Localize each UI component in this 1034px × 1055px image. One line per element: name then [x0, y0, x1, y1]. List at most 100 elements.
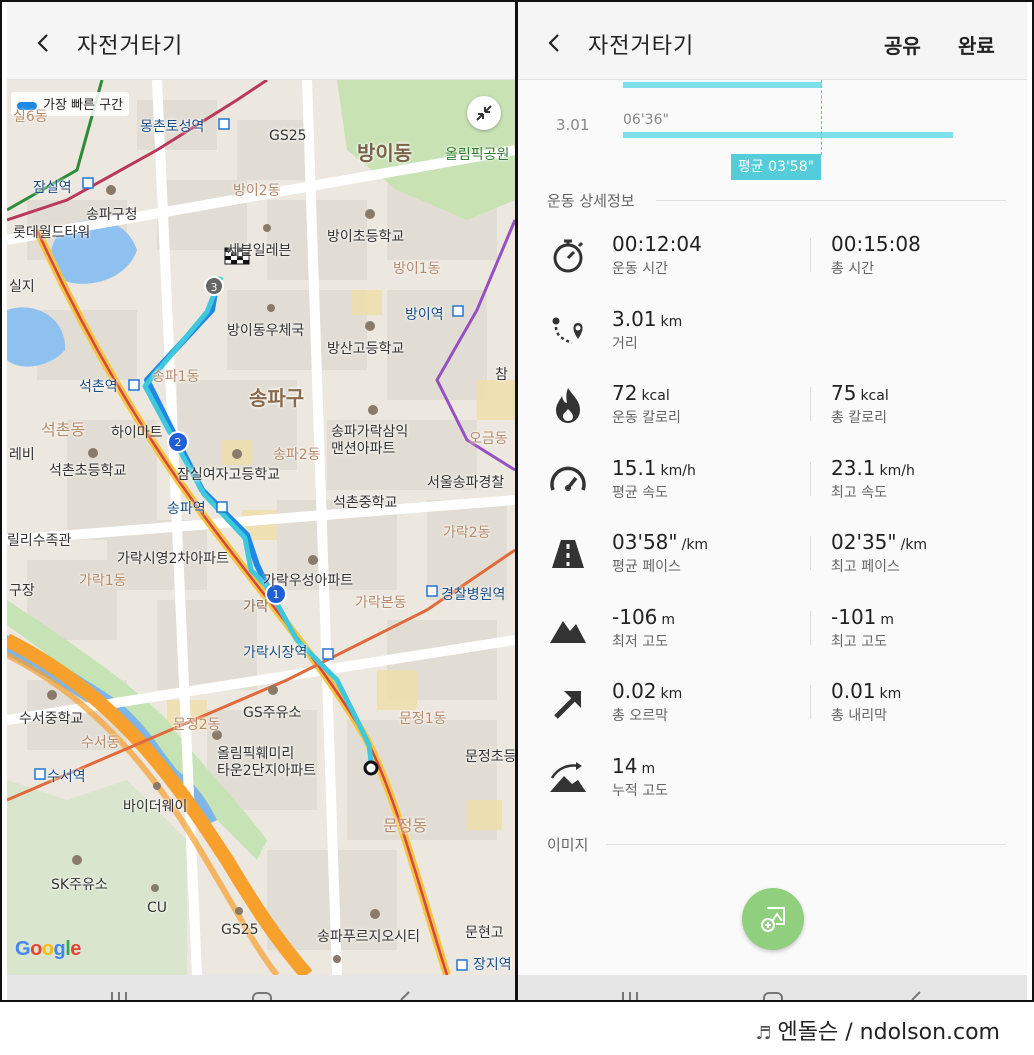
- route-icon: [548, 311, 588, 351]
- workout-detail-content: 3.01 06'36" 평균 03'58" 운동 상세정보 00:12:04 운동…: [518, 80, 1027, 975]
- map-label: 구장: [9, 583, 35, 599]
- metric-unit: /km: [900, 537, 928, 553]
- map-label: 송파2동: [273, 447, 321, 463]
- metric: 02'35"/km 최고 페이스: [831, 530, 927, 576]
- map-label: 바이더웨이: [123, 799, 188, 815]
- map-label: 가락: [243, 599, 269, 615]
- map-base: [7, 80, 515, 975]
- page-title: 자전거타기: [77, 34, 184, 59]
- arrow-up-right-icon: [548, 683, 588, 723]
- map-label: 석촌역: [79, 379, 118, 395]
- map-label: 방이동: [357, 141, 413, 165]
- metric-value: 03'58": [612, 530, 678, 554]
- home-icon[interactable]: [762, 989, 784, 1000]
- metric-label: 운동 시간: [612, 261, 668, 277]
- metric-label: 운동 칼로리: [612, 410, 681, 426]
- map-label: 롯데월드타워: [13, 225, 91, 241]
- metric-label: 총 시간: [831, 261, 875, 277]
- system-nav-bar: [7, 975, 515, 1000]
- metric-separator: [810, 461, 811, 496]
- metric-label: 총 칼로리: [831, 410, 887, 426]
- system-nav-bar: [518, 975, 1027, 1000]
- metric-unit: m: [661, 611, 676, 628]
- pace-segment-label: 3.01: [556, 116, 590, 134]
- map-label: 가락시영2차아파트: [117, 551, 229, 567]
- map-label: 가락본동: [355, 595, 407, 611]
- route-marker-2[interactable]: 2: [167, 431, 189, 453]
- route-marker-3[interactable]: 3: [204, 276, 224, 296]
- flame-icon: [548, 385, 588, 425]
- share-button[interactable]: 공유: [884, 30, 921, 59]
- map-label: 방산고등학교: [327, 341, 405, 357]
- metric-value: 00:15:08: [831, 232, 921, 256]
- legend-label: 가장 빠른 구간: [43, 98, 124, 113]
- metric-value: 75: [831, 381, 857, 405]
- back-nav-icon[interactable]: [908, 989, 924, 1000]
- speedometer-icon: [548, 460, 588, 500]
- map-label: 하이마트: [111, 425, 163, 441]
- back-button[interactable]: [544, 32, 566, 54]
- map-label: 실6동: [13, 109, 48, 125]
- route-map[interactable]: 3 2 1 가장 빠른 구간 실6동 몽촌토성역 GS25 방이동 올림픽공원 …: [7, 80, 515, 975]
- add-photo-icon: [761, 907, 785, 932]
- map-label: 가락우성아파트: [263, 573, 354, 589]
- map-label: GS주유소: [243, 705, 302, 721]
- map-label: 잠실역: [33, 180, 72, 196]
- app-bar: 자전거타기 공유 완료: [518, 2, 1027, 80]
- metric-row: -106 m 최저 고도 -101 m 최고 고도: [518, 601, 1027, 661]
- back-nav-icon[interactable]: [397, 989, 413, 1000]
- elevation-icon: [548, 758, 588, 798]
- metric-value: -101: [831, 604, 877, 629]
- section-divider: [606, 844, 1006, 845]
- map-label: 방이역: [405, 307, 444, 323]
- metric-value: 14: [612, 753, 638, 778]
- metric-label: 평균 속도: [612, 484, 668, 501]
- metric-unit: kcal: [860, 388, 889, 404]
- metric-row: 72 kcal 운동 칼로리 75 kcal 총 칼로리: [518, 377, 1027, 437]
- map-label: 문정2동: [173, 717, 221, 733]
- metric: -101 m 최고 고도: [831, 605, 894, 651]
- add-image-button[interactable]: [742, 888, 804, 950]
- metric-label: 평균 페이스: [612, 559, 681, 575]
- map-label: 송파역: [167, 501, 206, 517]
- watermark: ♬ 엔돌슨 / ndolson.com: [755, 1014, 1000, 1046]
- map-label: CU: [147, 900, 168, 916]
- metric-unit: km/h: [879, 462, 915, 479]
- workout-detail-screen: 자전거타기 공유 완료 3.01 06'36" 평균 03'58" 운동 상세정…: [518, 2, 1027, 1000]
- metric-separator: [810, 238, 811, 272]
- section-title-image: 이미지: [547, 836, 589, 854]
- map-label: 석촌초등학교: [49, 463, 127, 479]
- map-label: 몽촌토성역: [140, 119, 205, 135]
- recent-apps-icon[interactable]: [620, 989, 640, 1000]
- back-button[interactable]: [33, 32, 55, 54]
- map-label: 경찰병원역: [441, 587, 506, 603]
- map-label: 문정1동: [399, 711, 447, 727]
- pace-bar: [623, 132, 953, 138]
- metric: 72 kcal 운동 칼로리: [612, 381, 681, 427]
- metric-unit: km/h: [660, 462, 696, 479]
- collapse-map-button[interactable]: [467, 96, 501, 130]
- map-label: 방이2동: [233, 183, 281, 199]
- metric-value: 72: [612, 381, 638, 405]
- map-label: 석촌중학교: [333, 495, 398, 511]
- average-pace-badge: 평균 03'58": [731, 154, 821, 180]
- metric-unit: m: [880, 611, 895, 628]
- metric-row: 0.02 km 총 오르막 0.01 km 총 내리막: [518, 675, 1027, 735]
- map-label: 세븐일레븐: [227, 243, 292, 259]
- home-icon[interactable]: [251, 989, 273, 1000]
- done-button[interactable]: 완료: [958, 30, 995, 59]
- map-label: 서울송파경찰: [427, 475, 505, 491]
- metric-label: 누적 고도: [612, 782, 668, 799]
- map-label: 레비: [9, 447, 35, 463]
- metric: 75 kcal 총 칼로리: [831, 381, 889, 427]
- music-note-icon: ♬: [755, 1023, 772, 1044]
- map-label: 방이동우체국: [227, 323, 305, 339]
- metric: 03'58"/km 평균 페이스: [612, 530, 708, 576]
- map-label: 잠실여자고등학교: [177, 467, 281, 483]
- road-icon: [548, 534, 588, 574]
- map-label: GS25: [221, 922, 259, 938]
- metric: 00:12:04 운동 시간: [612, 232, 706, 278]
- recent-apps-icon[interactable]: [109, 989, 129, 1000]
- metric-value: 0.02: [612, 679, 657, 703]
- metric-unit: km: [660, 686, 683, 702]
